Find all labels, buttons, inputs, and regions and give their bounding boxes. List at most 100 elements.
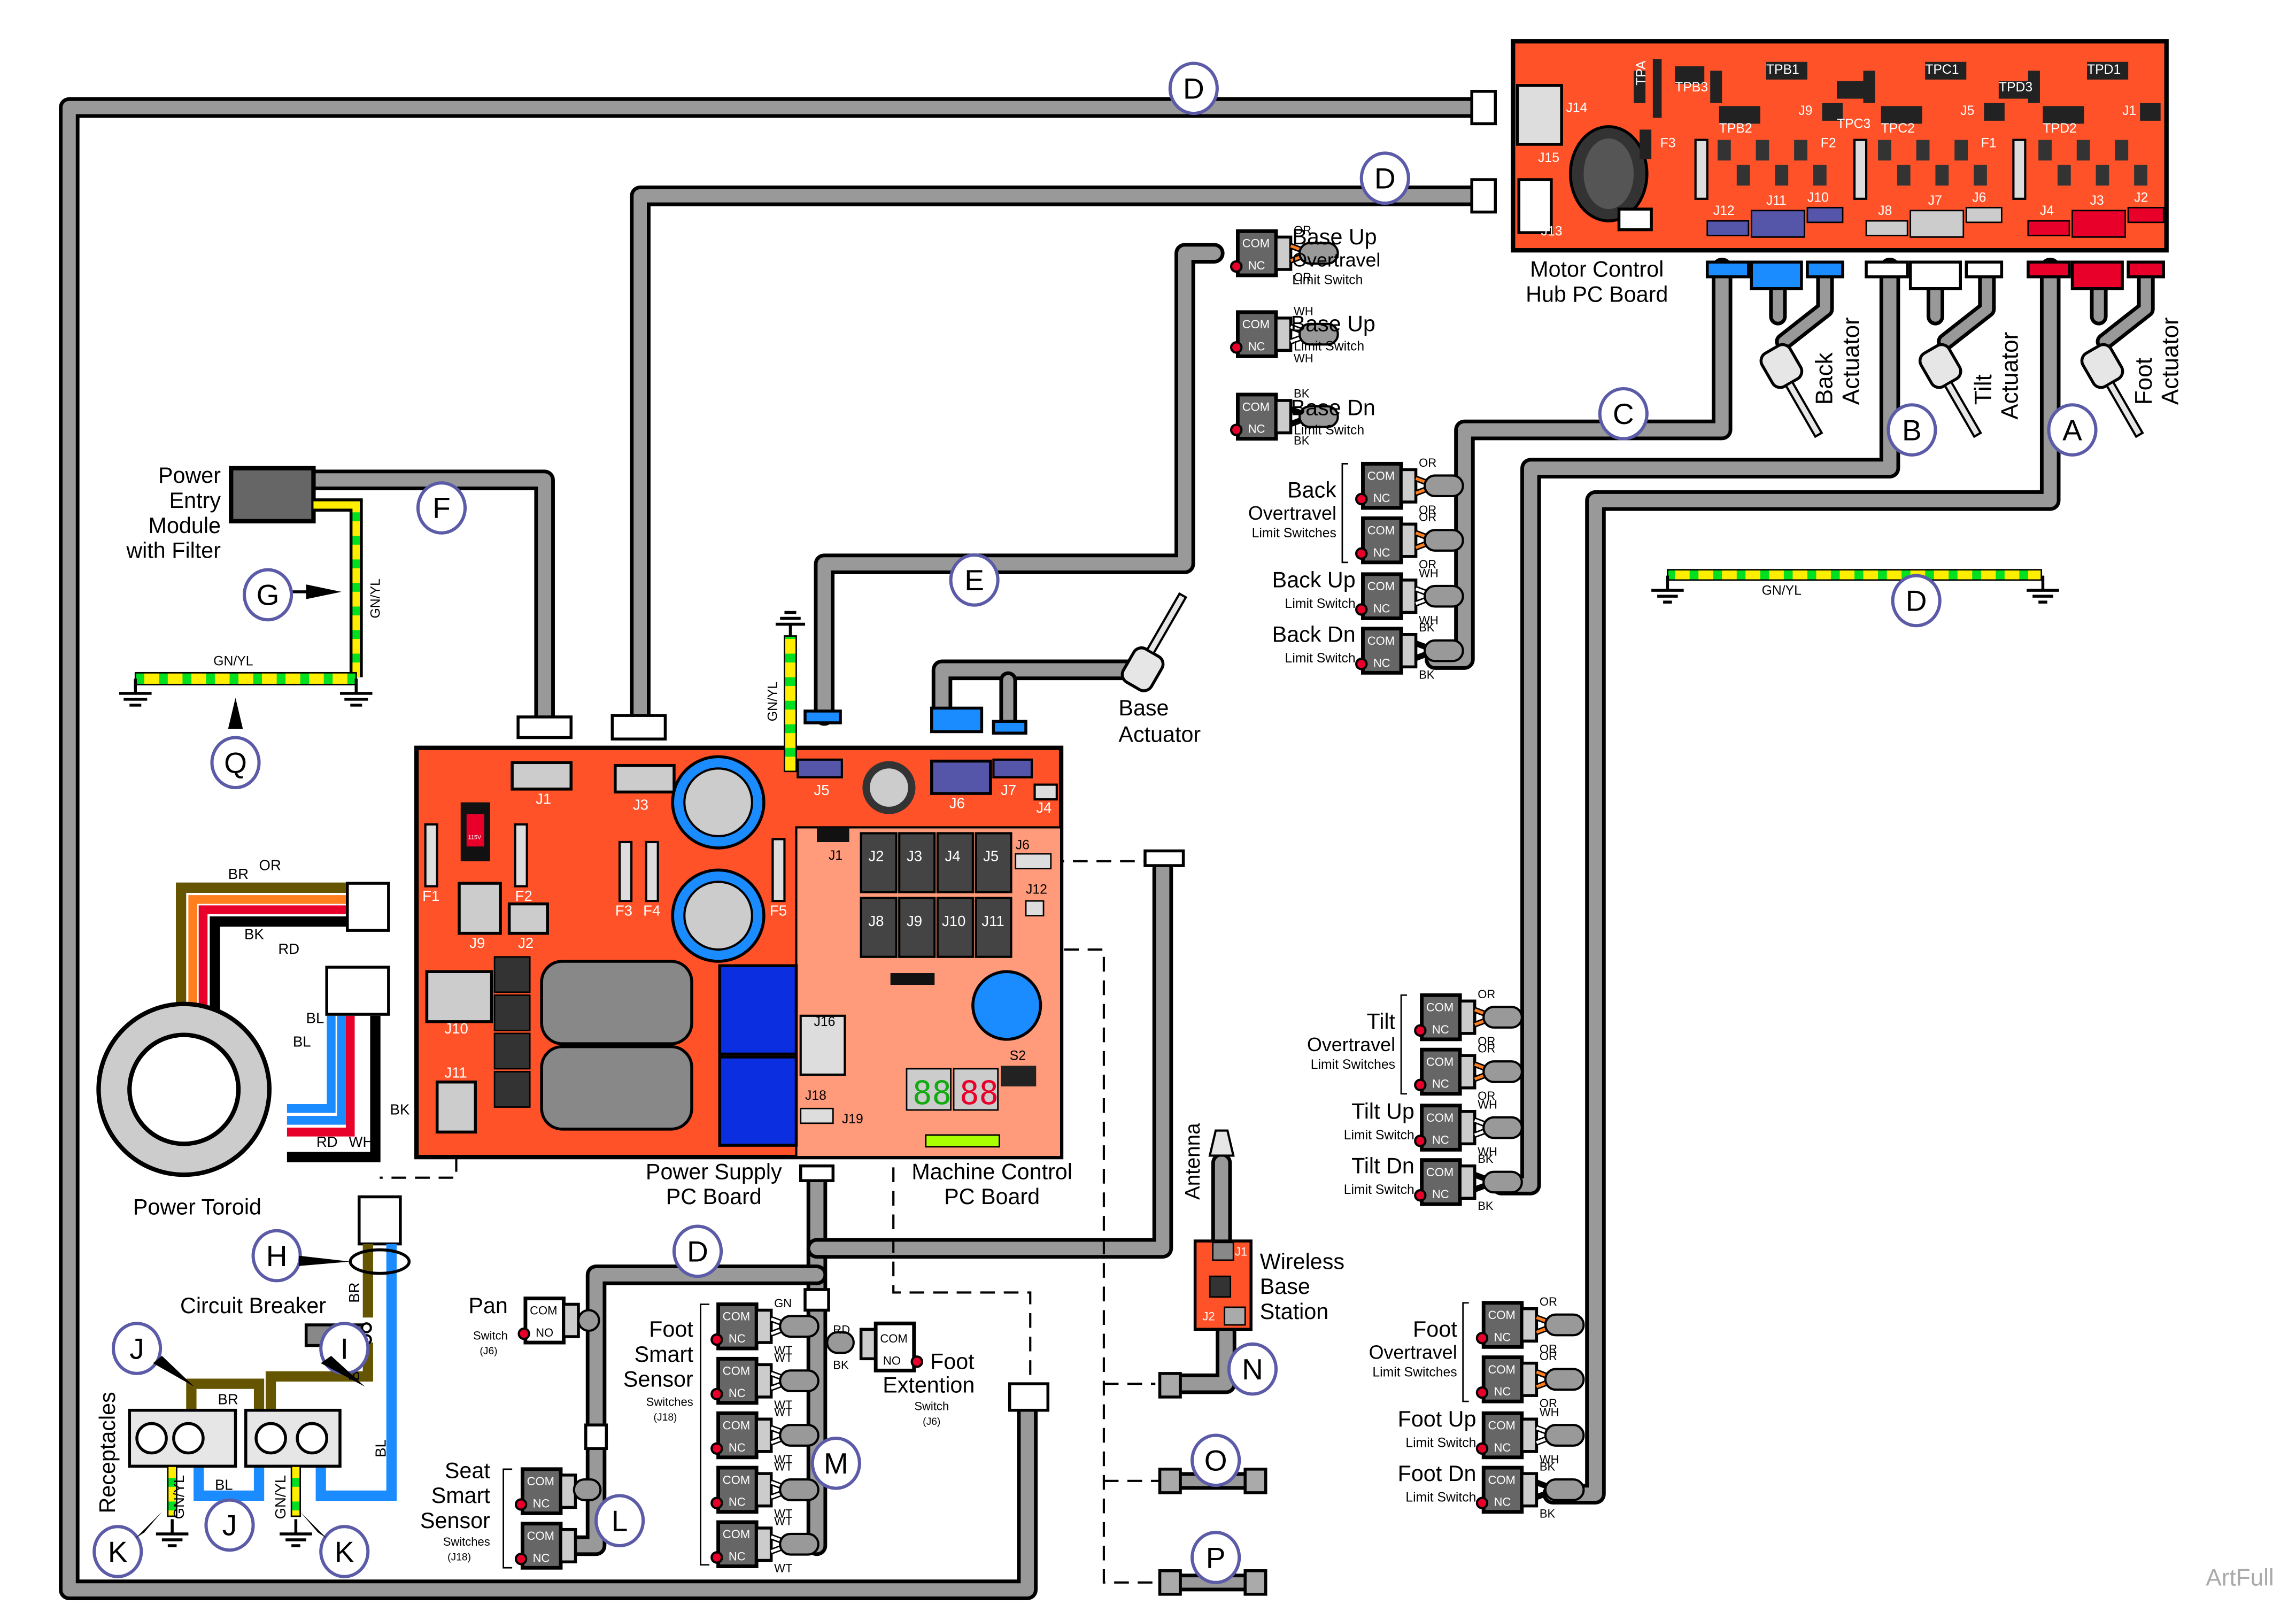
ground-icon [156,1519,189,1547]
callout-l: L [594,1494,645,1548]
switch-contact-nc: NC [533,1551,550,1564]
base-dn-title: Base Dn [1291,396,1375,420]
switch-contact-com: COM [1242,400,1270,413]
foot-up-sub: Limit Switch [1405,1436,1476,1451]
wire-label: WT [774,1460,792,1474]
switch-contact-com: COM [1488,1308,1515,1322]
foot-smart-title: Foot [649,1317,693,1341]
callout-letter: A [2062,413,2082,446]
ps-j3: J3 [633,796,648,813]
wire-bl-rec: BL [215,1476,233,1493]
back-dn-title: Back Dn [1272,622,1356,647]
base-up-ot-sub: Limit Switch [1292,273,1363,287]
switch-contact-nc: NC [533,1497,550,1510]
hub-label-tpc2: TPC2 [1881,121,1915,136]
switch-contact-com: COM [1426,1001,1454,1014]
hub-label-tpc3: TPC3 [1837,117,1870,132]
switch-contact-com: COM [530,1304,557,1317]
ps-j10: J10 [444,1020,468,1037]
gnyl-label-ps: GN/YL [766,682,780,721]
mc-rj-j10: J10 [942,913,965,929]
base-up-sub: Limit Switch [1294,339,1364,353]
hub-label-j7: J7 [1928,194,1942,208]
callout-letter: K [335,1535,354,1568]
mc-rj-j8: J8 [868,913,884,929]
mc-j6: J6 [949,795,965,812]
tilt-up-title: Tilt Up [1351,1099,1414,1124]
ps-f4: F4 [643,903,660,919]
back-overtravel-1: COMNCOROR [1355,456,1464,516]
switch-contact-nc: NC [1248,422,1265,436]
foot-overtravel-2: COMNCOROR [1475,1349,1585,1410]
hub-label-j6: J6 [1972,190,1986,205]
switch-contact-nc: NC [1494,1385,1511,1398]
switch-contact-com: COM [1242,237,1270,250]
led-icon [1414,1024,1427,1037]
led-icon [1475,1332,1489,1345]
tilt-overtravel-2: COMNCOROR [1414,1042,1523,1102]
switch-foot-smart-2: COMNCWTWT [710,1351,820,1412]
foot-ext-title: Foot [930,1349,975,1374]
switch-contact-com: COM [723,1418,750,1432]
base-up-title: Base Up [1291,312,1375,336]
foot-ext-sub2: (J6) [923,1416,940,1428]
wire-label: WH [1419,566,1439,580]
callout-letter: E [964,564,984,597]
ps-f1: F1 [422,888,439,904]
wire-bk-2: BK [390,1101,410,1117]
foot-ot-title: Foot [1413,1317,1457,1341]
callout-c: C [1598,387,1649,441]
hub-label-j10: J10 [1807,190,1829,205]
hub-label-j2: J2 [2134,190,2148,205]
gnyl-label-g: GN/YL [368,579,383,618]
wire-wh: WH [349,1133,374,1150]
foot-smart-title3: Sensor [623,1367,693,1392]
led-icon [1475,1497,1489,1509]
wire-label: BK [833,1359,849,1372]
switch-contact-com: COM [1488,1418,1515,1432]
callout-letter: D [1906,584,1927,618]
base-up-ot-title2: Overtravel [1292,249,1380,271]
wire-label: OR [1419,456,1436,469]
switch-contact-com: COM [880,1332,907,1345]
pan-title: Pan [468,1293,507,1318]
switch-foot-smart-4: COMNCWTWT [710,1460,820,1521]
switch-contact-nc: NC [729,1386,746,1400]
callout-d: D [672,1224,723,1278]
callout-j: J [111,1322,163,1375]
callout-pointer [153,1355,195,1387]
switch-contact-nc: NC [1248,340,1265,353]
hub-label-tpb3: TPB3 [1675,80,1708,95]
hub-label-tpd3: TPD3 [1999,80,2032,95]
callout-h: H [251,1229,302,1283]
led-icon [514,1553,528,1565]
tilt-ot-title2: Overtravel [1307,1034,1395,1055]
foot-ot-sub: Limit Switches [1372,1365,1457,1379]
gnyl-rec-1: GN/YL [171,1475,187,1520]
led-icon [1475,1442,1489,1455]
back-ot-sub: Limit Switches [1252,526,1336,541]
callout-letter: H [266,1239,288,1272]
tilt-dn-title: Tilt Dn [1351,1153,1414,1178]
hub-label-j3: J3 [2090,194,2104,208]
pan-sub: Switch [473,1329,508,1343]
mc-rj-j5: J5 [983,848,999,865]
hub-label-tpb2: TPB2 [1719,121,1752,136]
callout-g: G [243,568,293,622]
wire-label: WT [774,1406,792,1419]
led-icon [514,1498,528,1511]
wire-bl-2: BL [293,1033,311,1050]
mc-rj-j2: J2 [868,848,884,865]
hub-board-label-1: Motor Control [1530,257,1664,282]
switch-contact-nc: NC [1432,1133,1449,1146]
foot-dn-title: Foot Dn [1398,1461,1476,1486]
callout-letter: J [129,1332,144,1365]
switch-contact-com: COM [723,1528,750,1541]
ps-j11: J11 [444,1064,467,1081]
mc-board-label-2: PC Board [944,1184,1040,1209]
tilt-actuator-label-1: Tilt [1970,374,1997,405]
callout-letter: L [612,1504,628,1537]
led-icon [1414,1135,1427,1147]
ps-f5: F5 [770,903,787,919]
switch-foot-smart-3: COMNCWTWT [710,1406,820,1466]
